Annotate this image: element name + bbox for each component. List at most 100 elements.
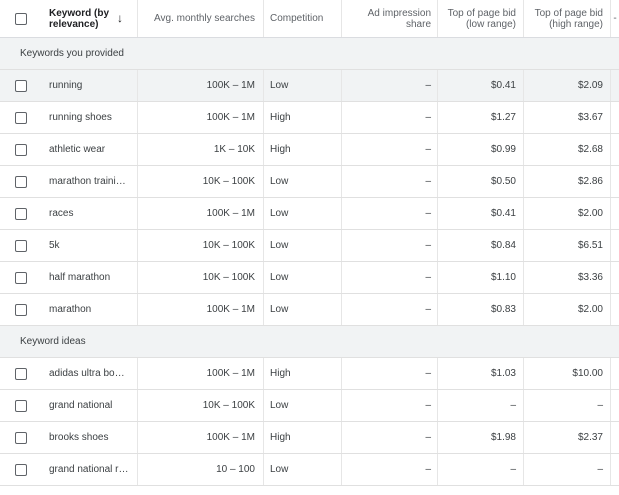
low-bid-cell: $1.98 — [438, 422, 524, 453]
row-checkbox-cell — [0, 166, 42, 197]
keyword-cell: grand national — [42, 390, 138, 421]
keyword-cell: half marathon — [42, 262, 138, 293]
competition-cell: High — [264, 102, 342, 133]
table-header: Keyword (by relevance) ↓ Avg. monthly se… — [0, 0, 619, 38]
low-bid-header-line1: Top of page bid — [447, 7, 516, 19]
row-checkbox[interactable] — [15, 79, 27, 92]
avg-searches-cell: 1K – 10K — [138, 134, 264, 165]
low-bid-cell: $0.41 — [438, 70, 524, 101]
avg-searches-header[interactable]: Avg. monthly searches — [138, 0, 264, 37]
impression-share-cell: – — [342, 390, 438, 421]
table-row[interactable]: grand national 10K – 100K Low – – – — [0, 390, 619, 422]
keyword-header-line2: relevance) — [49, 18, 99, 30]
row-checkbox[interactable] — [15, 111, 27, 124]
high-bid-cell: $2.37 — [524, 422, 611, 453]
row-checkbox[interactable] — [15, 271, 27, 284]
low-bid-header-line2: (low range) — [465, 18, 516, 30]
competition-cell: Low — [264, 294, 342, 325]
row-checkbox[interactable] — [15, 239, 27, 252]
competition-cell: Low — [264, 70, 342, 101]
impression-share-cell: – — [342, 262, 438, 293]
competition-cell: Low — [264, 166, 342, 197]
row-checkbox[interactable] — [15, 303, 27, 316]
row-checkbox[interactable] — [15, 463, 27, 476]
sort-down-icon[interactable]: ↓ — [117, 12, 123, 24]
low-bid-cell: $1.27 — [438, 102, 524, 133]
row-checkbox-cell — [0, 70, 42, 101]
keyword-cell: grand national r… — [42, 454, 138, 485]
row-checkbox[interactable] — [15, 431, 27, 444]
avg-searches-cell: 100K – 1M — [138, 198, 264, 229]
keyword-cell: running — [42, 70, 138, 101]
impression-share-cell: – — [342, 358, 438, 389]
row-checkbox[interactable] — [15, 399, 27, 412]
row-checkbox-cell — [0, 358, 42, 389]
next-column-edge: - — [613, 13, 617, 24]
table-row[interactable]: running 100K – 1M Low – $0.41 $2.09 — [0, 70, 619, 102]
table-row[interactable]: 5k 10K – 100K Low – $0.84 $6.51 — [0, 230, 619, 262]
group-header: Keywords you provided — [0, 38, 619, 70]
table-row[interactable]: races 100K – 1M Low – $0.41 $2.00 — [0, 198, 619, 230]
row-checkbox-cell — [0, 454, 42, 485]
high-bid-cell: $2.86 — [524, 166, 611, 197]
group-label: Keyword ideas — [20, 336, 86, 347]
row-checkbox-cell — [0, 422, 42, 453]
table-body: Keywords you provided running 100K – 1M Low… — [0, 38, 619, 486]
avg-searches-cell: 100K – 1M — [138, 422, 264, 453]
low-bid-cell: $0.84 — [438, 230, 524, 261]
row-checkbox[interactable] — [15, 143, 27, 156]
row-checkbox-cell — [0, 294, 42, 325]
keyword-cell: marathon — [42, 294, 138, 325]
high-bid-header[interactable]: Top of page bid (high range) — [524, 0, 611, 37]
impression-share-header-text: Ad impression share — [368, 8, 431, 30]
keyword-cell: running shoes — [42, 102, 138, 133]
high-bid-header-line1: Top of page bid — [534, 7, 603, 19]
impression-share-cell: – — [342, 294, 438, 325]
low-bid-header-text: Top of page bid (low range) — [448, 8, 516, 30]
row-checkbox-cell — [0, 230, 42, 261]
impression-share-header[interactable]: Ad impression share — [342, 0, 438, 37]
table-row[interactable]: brooks shoes 100K – 1M High – $1.98 $2.37 — [0, 422, 619, 454]
impression-share-cell: – — [342, 70, 438, 101]
row-checkbox-cell — [0, 198, 42, 229]
group-header: Keyword ideas — [0, 326, 619, 358]
low-bid-cell: $0.83 — [438, 294, 524, 325]
table-row[interactable]: adidas ultra bo… 100K – 1M High – $1.03 $10.0… — [0, 358, 619, 390]
row-checkbox[interactable] — [15, 367, 27, 380]
table-row[interactable]: half marathon 10K – 100K Low – $1.10 $3.36 — [0, 262, 619, 294]
avg-searches-cell: 10 – 100 — [138, 454, 264, 485]
competition-cell: Low — [264, 230, 342, 261]
impression-share-cell: – — [342, 166, 438, 197]
row-checkbox-cell — [0, 134, 42, 165]
competition-cell: Low — [264, 262, 342, 293]
table-row[interactable]: running shoes 100K – 1M High – $1.27 $3.67 — [0, 102, 619, 134]
table-row[interactable]: marathon 100K – 1M Low – $0.83 $2.00 — [0, 294, 619, 326]
keyword-column-header[interactable]: Keyword (by relevance) ↓ — [42, 0, 138, 37]
group-label: Keywords you provided — [20, 48, 124, 59]
avg-searches-cell: 10K – 100K — [138, 230, 264, 261]
keyword-cell: brooks shoes — [42, 422, 138, 453]
select-all-checkbox[interactable] — [15, 12, 27, 25]
avg-searches-cell: 10K – 100K — [138, 166, 264, 197]
table-row[interactable]: athletic wear 1K – 10K High – $0.99 $2.68 — [0, 134, 619, 166]
impression-share-cell: – — [342, 134, 438, 165]
high-bid-cell: $2.68 — [524, 134, 611, 165]
low-bid-cell: – — [438, 454, 524, 485]
impression-share-cell: – — [342, 102, 438, 133]
high-bid-cell: $2.00 — [524, 198, 611, 229]
table-row[interactable]: grand national r… 10 – 100 Low – – – — [0, 454, 619, 486]
competition-header[interactable]: Competition — [264, 0, 342, 37]
row-checkbox-cell — [0, 390, 42, 421]
avg-searches-cell: 100K – 1M — [138, 294, 264, 325]
low-bid-header[interactable]: Top of page bid (low range) — [438, 0, 524, 37]
competition-cell: Low — [264, 390, 342, 421]
table-row[interactable]: marathon traini… 10K – 100K Low – $0.50 $2.86 — [0, 166, 619, 198]
keyword-cell: races — [42, 198, 138, 229]
row-checkbox[interactable] — [15, 175, 27, 188]
high-bid-cell: – — [524, 454, 611, 485]
row-checkbox[interactable] — [15, 207, 27, 220]
select-all-cell — [0, 0, 42, 37]
row-checkbox-cell — [0, 102, 42, 133]
high-bid-cell: $10.00 — [524, 358, 611, 389]
low-bid-cell: $1.03 — [438, 358, 524, 389]
